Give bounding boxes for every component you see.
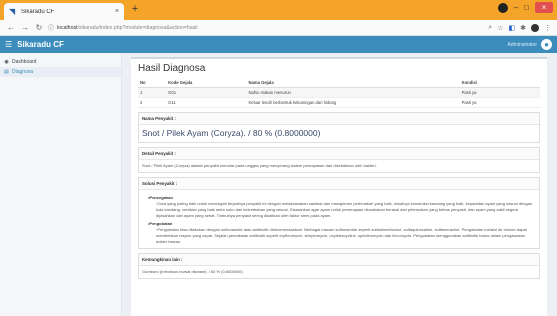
table-cell: Keluar lendir berbentuk kekuningan dari … <box>246 97 460 108</box>
table-cell: G11 <box>166 97 247 108</box>
site-favicon-icon: ◥ <box>9 6 16 16</box>
table-cell: Pasti ya <box>459 97 540 108</box>
sidebar-item-label: Dashboard <box>12 59 37 65</box>
diagnosis-icon: ▤ <box>4 69 9 75</box>
symptom-table: No Kode Gejala Nama Gejala Kondisi 1 G01… <box>138 78 540 108</box>
zoom-icon[interactable]: ⌕ <box>488 24 492 32</box>
new-tab-button[interactable]: + <box>129 3 141 15</box>
result-box: Hasil Diagnosa No Kode Gejala Nama Gejal… <box>131 57 547 316</box>
address-bar-icons: ⌕ ☆ ◧ ✱ ⋮ <box>488 23 551 32</box>
detail-panel: Detail Penyakit : Snot / Pilek Ayam (Cor… <box>138 147 540 173</box>
reload-icon[interactable]: ↻ <box>34 23 44 32</box>
app-title[interactable]: Sikaradu CF <box>17 40 507 49</box>
solution-body: Pencegahan Cara yang paling baik untuk m… <box>139 190 539 248</box>
solution-text: Cara yang paling baik untuk mencegah ter… <box>156 201 536 219</box>
alternative-text: Gumboro (Infectious bursal disease). / 6… <box>142 269 243 274</box>
browser-tab-bar: ◥ Sikaradu CF × + – □ × <box>0 0 557 20</box>
bookmark-star-icon[interactable]: ☆ <box>497 24 503 32</box>
sidebar-item-diagnosa[interactable]: ▤ Diagnosa <box>0 67 121 77</box>
disease-result: Snot / Pilek Ayam (Coryza). / 80 % (0.80… <box>142 128 321 138</box>
browser-profile-icon[interactable] <box>531 23 539 32</box>
window-controls: – □ × <box>497 2 553 13</box>
sidebar: ◉ Dashboard ▤ Diagnosa <box>0 53 122 316</box>
solution-title: Pencegahan <box>148 195 173 200</box>
extension-icon[interactable]: ◧ <box>509 24 516 32</box>
page-title: Hasil Diagnosa <box>138 63 206 74</box>
tab-title: Sikaradu CF <box>21 8 55 15</box>
disease-label: Nama Penyakit : <box>139 113 539 125</box>
puzzle-extensions-icon[interactable]: ✱ <box>520 24 526 32</box>
table-cell: G01 <box>166 87 247 98</box>
dashboard-icon: ◉ <box>4 59 9 65</box>
url-host: localhost <box>57 24 78 31</box>
forward-arrow-icon[interactable]: → <box>20 23 30 32</box>
sidebar-item-label: Diagnosa <box>12 69 34 75</box>
column-header: Kondisi <box>459 78 540 88</box>
solution-list: Pencegahan Cara yang paling baik untuk m… <box>142 195 536 245</box>
solution-item: Pengobatan Pengobatan bisa dilakukan den… <box>148 221 536 245</box>
browser-menu-icon[interactable]: ⋮ <box>544 24 551 32</box>
table-row: 1 G01 Nafsu makan menurun Pasti ya <box>138 87 540 98</box>
url-path: /sikaradu/index.php?module=diagnosa&acti… <box>77 24 198 31</box>
maximize-button[interactable]: □ <box>524 3 529 12</box>
solution-panel: Solusi Penyakit : Pencegahan Cara yang p… <box>138 177 540 249</box>
address-bar: ← → ↻ ⓘ localhost /sikaradu/index.php?mo… <box>0 20 557 36</box>
close-window-button[interactable]: × <box>535 2 553 13</box>
app-header: ☰ Sikaradu CF Administrator ● <box>0 36 557 53</box>
table-cell: 2 <box>138 97 167 108</box>
solution-title: Pengobatan <box>148 221 172 226</box>
profile-indicator-icon[interactable] <box>497 2 508 13</box>
hamburger-icon[interactable]: ☰ <box>5 40 12 49</box>
solution-item: Pencegahan Cara yang paling baik untuk m… <box>148 195 536 219</box>
column-header: Kode Gejala <box>166 78 247 88</box>
url-field[interactable]: ⓘ localhost /sikaradu/index.php?module=d… <box>48 23 488 33</box>
user-name[interactable]: Administrator <box>508 42 537 48</box>
back-arrow-icon[interactable]: ← <box>6 23 16 32</box>
solution-label: Solusi Penyakit : <box>139 178 539 190</box>
solution-text: Pengobatan bisa dilakukan dengan sulfona… <box>156 227 536 245</box>
table-row: 2 G11 Keluar lendir berbentuk kekuningan… <box>138 97 540 108</box>
user-avatar-icon[interactable]: ● <box>541 39 552 50</box>
alternative-label: Kemungkinan lain : <box>139 254 539 266</box>
disease-panel: Nama Penyakit : Snot / Pilek Ayam (Coryz… <box>138 112 540 143</box>
table-cell: Pasti ya <box>459 87 540 98</box>
table-cell: Nafsu makan menurun <box>246 87 460 98</box>
main-content: Hasil Diagnosa No Kode Gejala Nama Gejal… <box>122 53 557 316</box>
tab-close-icon[interactable]: × <box>115 8 119 15</box>
site-info-icon[interactable]: ⓘ <box>48 23 54 32</box>
detail-text: Snot / Pilek Ayam (Coryza) adalah penyak… <box>142 163 377 168</box>
detail-label: Detail Penyakit : <box>139 148 539 160</box>
table-header-row: No Kode Gejala Nama Gejala Kondisi <box>138 78 540 88</box>
minimize-button[interactable]: – <box>514 3 518 12</box>
browser-tab[interactable]: ◥ Sikaradu CF × <box>4 3 124 20</box>
alternative-panel: Kemungkinan lain : Gumboro (Infectious b… <box>138 253 540 279</box>
sidebar-item-dashboard[interactable]: ◉ Dashboard <box>0 57 121 67</box>
column-header: No <box>138 78 167 88</box>
column-header: Nama Gejala <box>246 78 460 88</box>
table-cell: 1 <box>138 87 167 98</box>
